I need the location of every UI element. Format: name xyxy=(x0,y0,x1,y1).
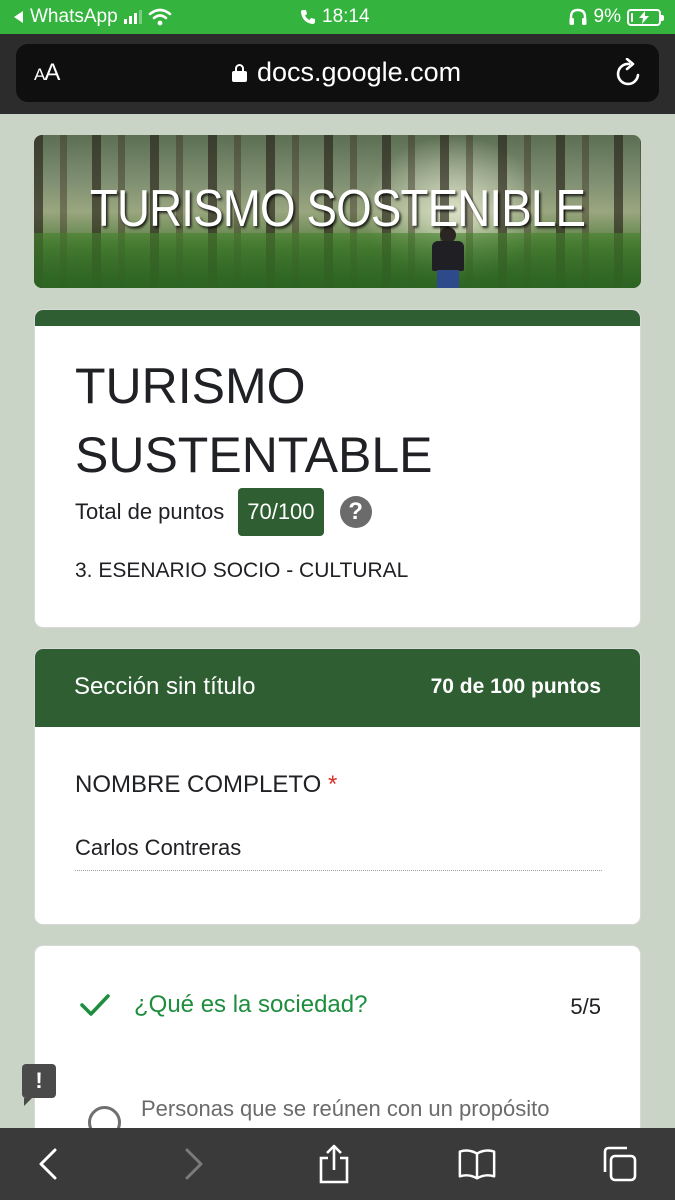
required-mark: * xyxy=(327,771,338,798)
total-points-row: Total de puntos 70/100 ? xyxy=(75,488,372,536)
quiz-question-title: ¿Qué es la sociedad? xyxy=(134,991,368,1018)
status-bar: WhatsApp 18:14 9% xyxy=(0,0,675,34)
share-icon[interactable] xyxy=(314,1144,354,1184)
section-points: 70 de 100 puntos xyxy=(430,675,601,698)
signal-icon xyxy=(123,10,142,24)
check-icon xyxy=(80,994,110,1016)
battery-charging-icon xyxy=(627,8,664,26)
accent-strip xyxy=(35,310,640,326)
reload-icon[interactable] xyxy=(615,58,643,88)
form-header-card: TURISMO SUSTENTABLE Total de puntos 70/1… xyxy=(34,309,641,628)
text-size-button[interactable]: AA xyxy=(34,59,60,87)
header-banner-image: TURISMO SOSTENIBLE xyxy=(34,135,641,288)
option-label[interactable]: Personas que se reúnen con un propósito xyxy=(141,1093,601,1125)
browser-chrome: AA docs.google.com xyxy=(0,34,675,114)
section-header: Sección sin título 70 de 100 puntos xyxy=(35,649,640,727)
lock-icon xyxy=(232,63,247,82)
status-center: 18:14 xyxy=(300,6,370,28)
browser-toolbar xyxy=(0,1128,675,1200)
question-label: NOMBRE COMPLETO * xyxy=(75,771,338,798)
url-display[interactable]: docs.google.com xyxy=(232,57,461,88)
back-app-label[interactable]: WhatsApp xyxy=(30,6,118,28)
address-bar[interactable]: AA docs.google.com xyxy=(16,44,659,102)
section-title: Sección sin título xyxy=(74,673,256,700)
back-icon[interactable] xyxy=(28,1144,68,1184)
section-card: Sección sin título 70 de 100 puntos NOMB… xyxy=(34,648,641,925)
headphones-icon xyxy=(569,8,587,25)
url-text: docs.google.com xyxy=(257,57,462,87)
phone-icon xyxy=(301,10,315,24)
total-points-badge: 70/100 xyxy=(238,488,324,536)
forward-icon[interactable] xyxy=(174,1144,214,1184)
status-right: 9% xyxy=(568,6,664,28)
battery-percent: 9% xyxy=(593,6,621,27)
answer-text: Carlos Contreras xyxy=(75,835,602,871)
wifi-icon xyxy=(148,8,171,26)
status-left: WhatsApp xyxy=(12,6,172,28)
tabs-icon[interactable] xyxy=(600,1144,640,1184)
form-description: 3. ESENARIO SOCIO - CULTURAL xyxy=(75,559,409,582)
form-title: TURISMO SUSTENTABLE xyxy=(75,358,433,483)
quiz-question-score: 5/5 xyxy=(570,994,601,1019)
help-icon[interactable]: ? xyxy=(339,496,372,528)
back-arrow-icon[interactable] xyxy=(12,10,24,24)
banner-title: TURISMO SOSTENIBLE xyxy=(89,180,586,238)
report-feedback-icon[interactable]: ! xyxy=(22,1064,56,1106)
total-points-label: Total de puntos xyxy=(75,499,225,524)
time: 18:14 xyxy=(322,6,370,27)
bookmarks-icon[interactable] xyxy=(457,1144,497,1184)
